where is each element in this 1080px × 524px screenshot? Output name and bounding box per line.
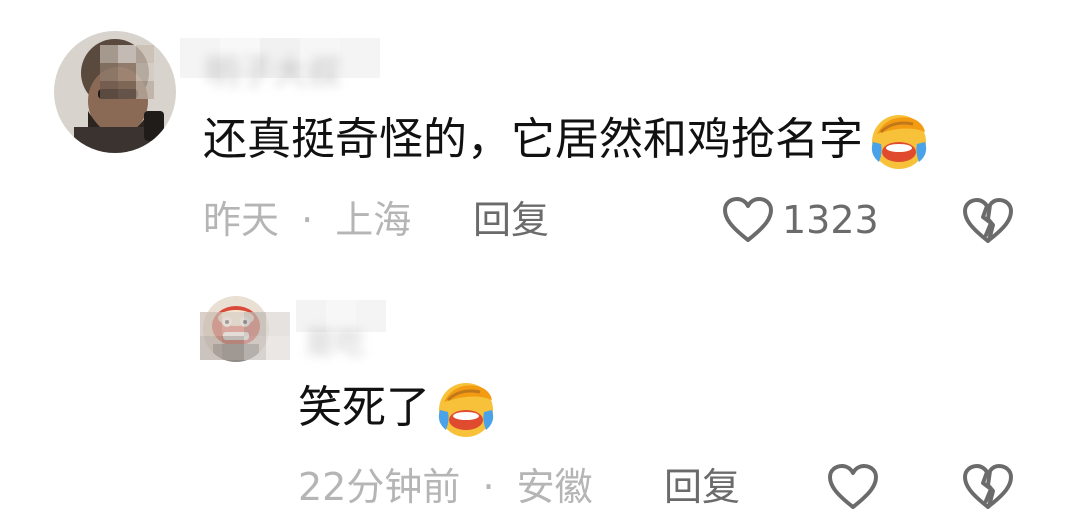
heart-icon [828,464,878,509]
reply-location: 安徽 [516,465,593,509]
heart-icon [723,197,773,242]
reply-text: 笑死了 [298,376,498,440]
privacy-mosaic [200,312,290,360]
meta-separator: · [482,465,495,509]
dislike-button[interactable] [962,197,1014,249]
face-with-tears-of-joy-icon [871,115,927,169]
face-with-tears-of-joy-icon [438,383,494,437]
reply-body: 笑死了 [298,382,430,433]
comment-time: 昨天 [203,198,280,242]
commenter-username[interactable]: 明子大叔 [205,45,341,94]
comment-meta: 昨天 · 上海 [203,196,411,244]
meta-separator: · [301,198,314,242]
replier-username[interactable]: 是吃 [305,318,365,362]
reply-meta: 22分钟前 · 安徽 [298,463,593,511]
reply-time: 22分钟前 [298,465,461,509]
privacy-mosaic [100,45,170,115]
reply-button[interactable]: 回复 [664,463,740,511]
broken-heart-icon [963,198,1013,243]
dislike-button[interactable] [962,463,1014,515]
comment-location: 上海 [335,198,412,242]
broken-heart-icon [963,464,1013,509]
like-count: 1323 [782,198,879,242]
comment-thread: 明子大叔 还真挺奇怪的，它居然和鸡抢名字 昨天 · 上海 回复 1323 是吃 … [0,0,1080,524]
like-button[interactable]: 1323 [722,196,879,244]
like-button[interactable] [827,463,879,511]
comment-body: 还真挺奇怪的，它居然和鸡抢名字 [203,114,863,165]
comment-text: 还真挺奇怪的，它居然和鸡抢名字 [203,108,931,172]
reply-button[interactable]: 回复 [473,196,549,244]
